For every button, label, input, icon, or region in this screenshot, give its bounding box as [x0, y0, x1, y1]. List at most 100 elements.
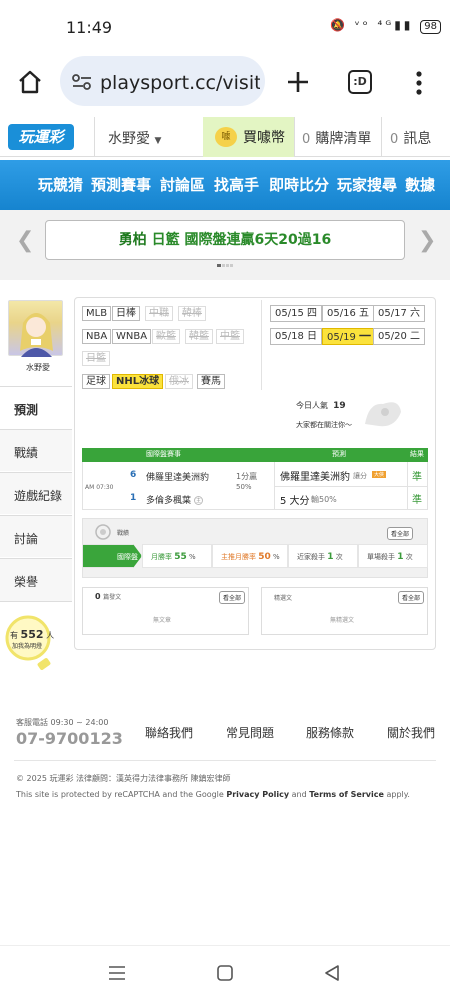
- banner-prefix: 勇柏: [118, 232, 147, 248]
- terms-link[interactable]: Terms of Service: [309, 790, 384, 799]
- date-0516[interactable]: 05/16 五: [322, 305, 375, 322]
- date-label: 05/17: [378, 308, 407, 319]
- day-label: 四: [307, 308, 318, 319]
- date-label: 05/16: [327, 308, 356, 319]
- spread-pct: 50%: [236, 483, 252, 491]
- nav-item-predict[interactable]: 預測賽事: [91, 174, 151, 195]
- pick2-total: 5 大分: [280, 496, 310, 507]
- league-cpbl: 中職: [145, 306, 173, 321]
- league-horse-racing[interactable]: 賽馬: [197, 374, 225, 389]
- league-mlb[interactable]: MLB: [82, 306, 112, 321]
- segment-unit: 次: [405, 553, 413, 561]
- buy-coin-label: 買噱幣: [243, 130, 285, 146]
- posts-box: 0 篇發文 看全部 無文章: [82, 587, 249, 635]
- league-nba[interactable]: NBA: [82, 329, 112, 344]
- recent-apps-icon[interactable]: [109, 966, 125, 980]
- date-label: 05/20: [378, 331, 407, 342]
- divider: [94, 117, 95, 157]
- nav-item-forum[interactable]: 討論區: [160, 174, 205, 195]
- sidebar-item-honor[interactable]: 榮譽: [0, 558, 72, 602]
- sidebar-item-predict[interactable]: 預測: [0, 386, 72, 428]
- day-label: 六: [410, 308, 421, 319]
- tab-switcher-button[interactable]: :D: [348, 70, 372, 94]
- featured-more-button[interactable]: 看全部: [398, 591, 425, 604]
- record-segment-top-month[interactable]: 主推月勝率 50 %: [212, 544, 288, 568]
- away-team: 多倫多楓葉: [146, 496, 192, 506]
- copyright: © 2025 玩運彩 法律顧問：漢英得力法律事務所 陳鎮宏律師: [16, 774, 231, 783]
- record-segment-month[interactable]: 月勝率 55 %: [142, 544, 212, 568]
- record-more-button[interactable]: 看全部: [387, 527, 414, 540]
- hotline-label: 客服電話 09:30 ~ 24:00: [16, 718, 109, 727]
- more-menu-icon[interactable]: [415, 70, 423, 96]
- pick1-type: 讓分: [353, 472, 367, 480]
- avatar[interactable]: [8, 300, 63, 357]
- site-settings-icon[interactable]: [72, 74, 92, 90]
- avatar-illustration: [20, 313, 53, 357]
- recaptcha-notice: This site is protected by reCAPTCHA and …: [16, 790, 410, 799]
- status-bar: 11:49 🔕 ᵛᵒ ⁴ᴳ▮▮ 98: [0, 0, 450, 50]
- segment-label: 單場殺手: [367, 553, 395, 561]
- site-logo[interactable]: 玩運彩: [8, 124, 74, 150]
- message-link[interactable]: 0 訊息: [390, 128, 431, 148]
- league-npb[interactable]: 日棒: [112, 306, 140, 321]
- date-0518[interactable]: 05/18 日: [270, 328, 323, 345]
- posts-more-button[interactable]: 看全部: [219, 591, 246, 604]
- back-icon[interactable]: [324, 965, 340, 981]
- banner-link[interactable]: 勇柏 日籃 國際盤連贏6天20過16: [45, 220, 405, 260]
- sidebar-item-record[interactable]: 戰績: [0, 429, 72, 471]
- date-0519[interactable]: 05/19 一: [322, 328, 377, 345]
- segment-value: 1: [327, 552, 334, 562]
- follower-suffix: 加我為明燈: [12, 643, 43, 650]
- hotline-number[interactable]: 07-9700123: [16, 729, 123, 748]
- pick1-team: 佛羅里達美洲豹: [280, 472, 350, 483]
- segment-unit: 次: [335, 553, 343, 561]
- nav-item-livescore[interactable]: 即時比分: [269, 174, 329, 195]
- footer-link-terms[interactable]: 服務條款: [306, 724, 354, 741]
- home-marker: 主: [194, 496, 204, 505]
- posts-empty: 無文章: [153, 617, 172, 624]
- posts-label: 篇發文: [103, 594, 122, 601]
- home-button-icon[interactable]: [217, 965, 233, 981]
- record-segment-intl[interactable]: 國際盤: [82, 544, 142, 568]
- league-wnba[interactable]: WNBA: [112, 329, 152, 344]
- sidebar-item-game-history[interactable]: 遊戲紀錄: [0, 472, 72, 514]
- league-soccer[interactable]: 足球: [82, 374, 110, 389]
- league-nhl[interactable]: NHL冰球: [112, 374, 164, 389]
- nav-item-data[interactable]: 數據: [405, 174, 435, 195]
- home-team: 佛羅里達美洲豹: [146, 473, 210, 483]
- home-icon[interactable]: [17, 69, 43, 95]
- sidebar-item-discussion[interactable]: 討論: [0, 515, 72, 557]
- nav-item-guess[interactable]: 玩競猜: [38, 174, 83, 195]
- date-0515[interactable]: 05/15 四: [270, 305, 323, 322]
- divider: [381, 117, 382, 157]
- date-0520[interactable]: 05/20 二: [373, 328, 426, 345]
- chevron-right-icon[interactable]: ❯: [418, 228, 436, 253]
- cart-link[interactable]: 0 購牌清單: [302, 128, 371, 148]
- record-segment-single[interactable]: 單場殺手 1 次: [358, 544, 428, 568]
- footer-link-faq[interactable]: 常見問題: [226, 724, 274, 741]
- user-menu[interactable]: 水野愛 ▼: [108, 128, 161, 148]
- buy-coin-button[interactable]: 噱 買噱幣: [203, 117, 294, 157]
- featured-label: 精選文: [274, 595, 293, 602]
- popularity-value: 19: [333, 401, 346, 411]
- banner-area: ❮ 勇柏 日籃 國際盤連贏6天20過16 ❯: [0, 210, 450, 280]
- new-tab-icon[interactable]: [286, 70, 310, 94]
- message-label: 訊息: [403, 131, 432, 147]
- posts-count: 0: [95, 592, 101, 601]
- carousel-indicator: [217, 264, 233, 267]
- record-segment-streak[interactable]: 近家殺手 1 次: [288, 544, 358, 568]
- nav-item-player-search[interactable]: 玩家搜尋: [337, 174, 397, 195]
- nav-item-experts[interactable]: 找高手: [214, 174, 259, 195]
- recaptcha-apply: apply.: [386, 790, 410, 799]
- popularity: 今日人氣 19: [296, 400, 346, 411]
- segment-label: 主推月勝率: [221, 553, 256, 561]
- chevron-left-icon[interactable]: ❮: [16, 228, 34, 253]
- league-khl: 俄冰: [165, 374, 193, 389]
- footer-link-about[interactable]: 關於我們: [387, 724, 435, 741]
- privacy-link[interactable]: Privacy Policy: [226, 790, 289, 799]
- league-kbl: 韓籃: [185, 329, 213, 344]
- segment-unit: %: [189, 553, 196, 561]
- url-text[interactable]: playsport.cc/visit: [100, 72, 260, 94]
- date-0517[interactable]: 05/17 六: [373, 305, 426, 322]
- footer-link-contact[interactable]: 聯絡我們: [145, 724, 193, 741]
